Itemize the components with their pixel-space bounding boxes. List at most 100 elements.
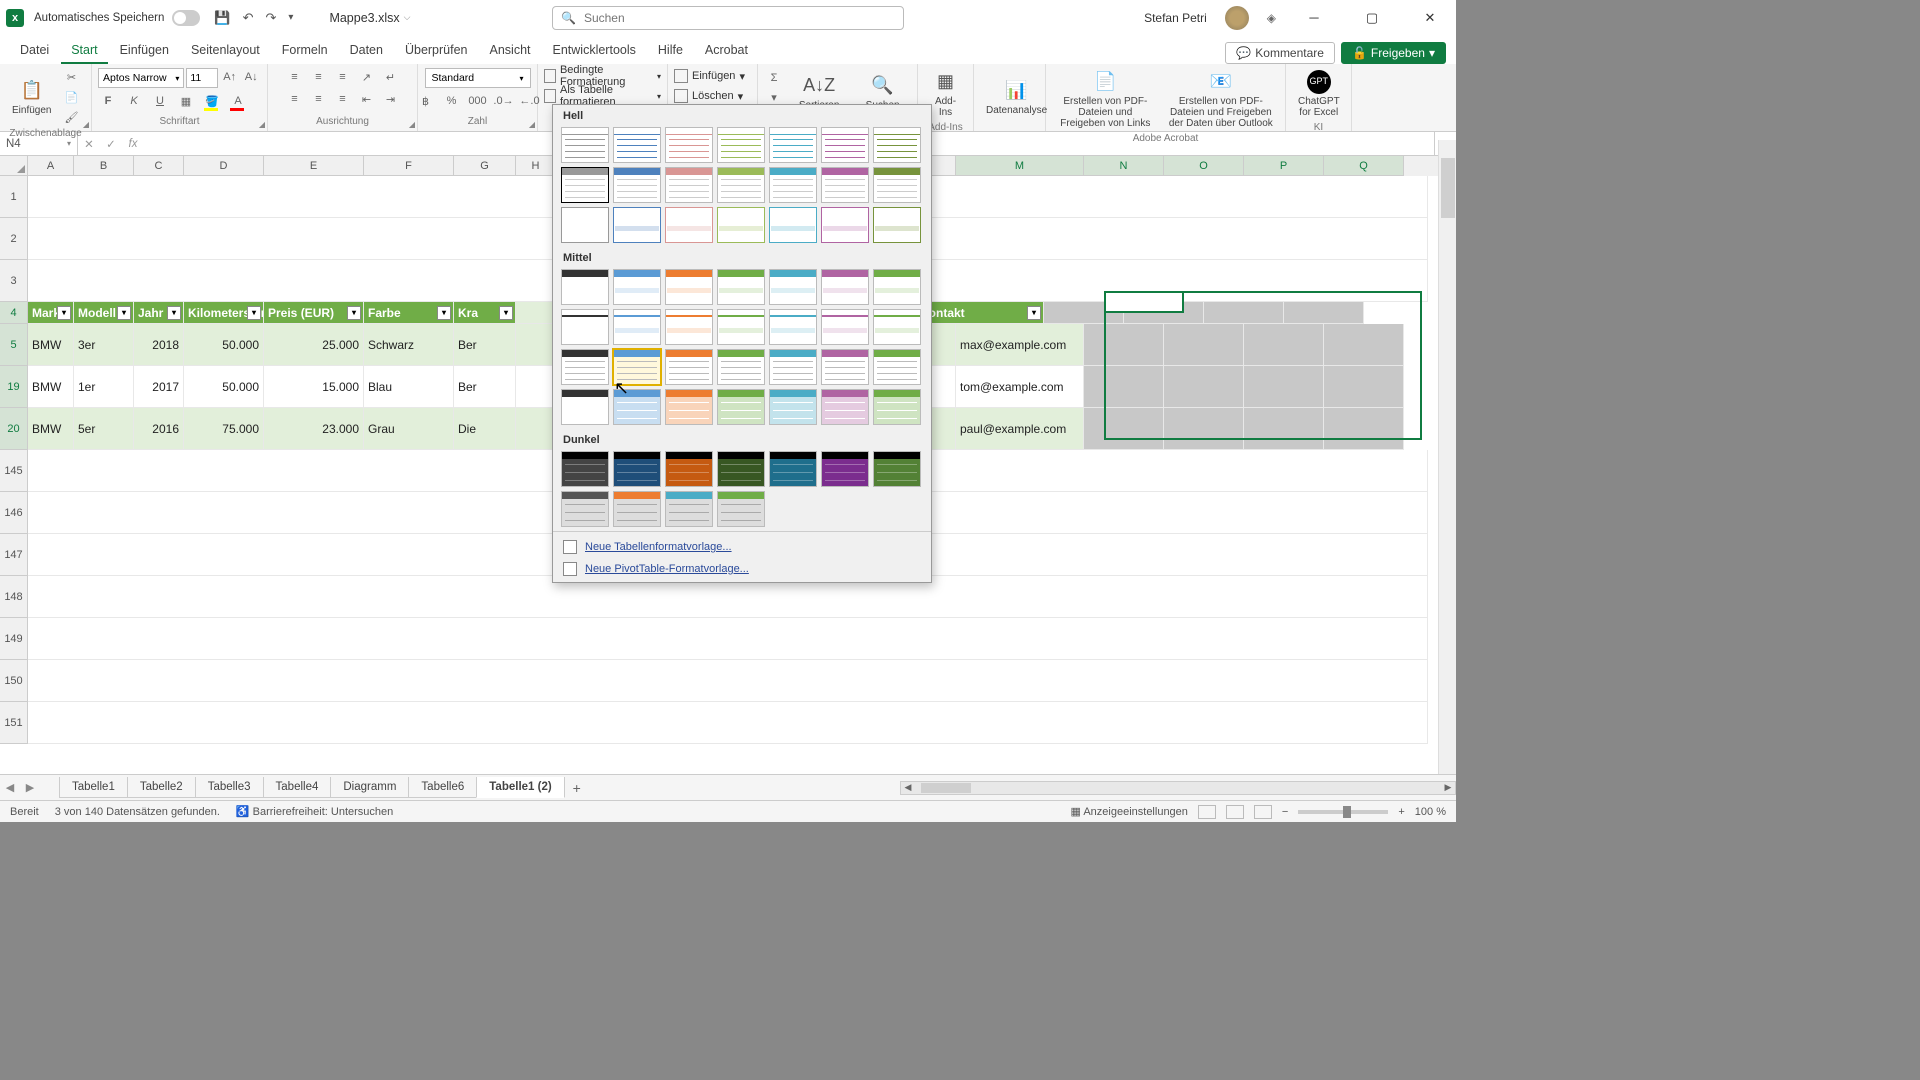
cut-icon[interactable]: ✂ bbox=[61, 68, 81, 86]
table-style-swatch[interactable] bbox=[769, 451, 817, 487]
normal-view-button[interactable] bbox=[1198, 805, 1216, 819]
cell[interactable] bbox=[28, 702, 1428, 744]
filename[interactable]: Mappe3.xlsx⌵ bbox=[329, 11, 410, 25]
align-left-icon[interactable]: ≡ bbox=[285, 90, 305, 108]
indent-dec-icon[interactable]: ⇤ bbox=[357, 90, 377, 108]
table-header[interactable]: Farbe▾ bbox=[364, 302, 454, 324]
column-header-B[interactable]: B bbox=[74, 156, 134, 176]
save-icon[interactable]: 💾 bbox=[214, 10, 230, 26]
font-family-combo[interactable]: Aptos Narrow▾ bbox=[98, 68, 184, 88]
filter-icon[interactable]: ▾ bbox=[499, 306, 513, 320]
cell-preis[interactable]: 23.000 bbox=[264, 408, 364, 450]
cell[interactable] bbox=[1044, 302, 1124, 324]
table-style-swatch[interactable] bbox=[665, 207, 713, 243]
cell[interactable] bbox=[1244, 324, 1324, 366]
cell-kontakt[interactable]: paul@example.com bbox=[956, 408, 1084, 450]
sheet-nav-next-icon[interactable]: ▶ bbox=[20, 781, 40, 794]
sheet-tab[interactable]: Tabelle6 bbox=[408, 777, 477, 798]
cell-kraft[interactable]: Ber bbox=[454, 366, 516, 408]
horizontal-scrollbar[interactable]: ◀ ▶ bbox=[900, 781, 1456, 795]
row-header-147[interactable]: 147 bbox=[0, 534, 28, 576]
row-header-4[interactable]: 4 bbox=[0, 302, 28, 324]
table-header[interactable]: Kilometerstand▾ bbox=[184, 302, 264, 324]
cell-kontakt[interactable]: tom@example.com bbox=[956, 366, 1084, 408]
table-style-swatch[interactable] bbox=[561, 309, 609, 345]
table-style-swatch[interactable] bbox=[561, 349, 609, 385]
table-style-swatch[interactable] bbox=[821, 167, 869, 203]
row-header-19[interactable]: 19 bbox=[0, 366, 28, 408]
orientation-icon[interactable]: ↗ bbox=[357, 68, 377, 86]
table-style-swatch[interactable] bbox=[561, 451, 609, 487]
user-avatar[interactable] bbox=[1225, 6, 1249, 30]
new-pivot-style-item[interactable]: Neue PivotTable-Formatvorlage... bbox=[553, 558, 931, 580]
table-style-swatch[interactable] bbox=[561, 167, 609, 203]
align-bot-icon[interactable]: ≡ bbox=[333, 68, 353, 86]
table-style-swatch[interactable] bbox=[561, 389, 609, 425]
table-style-swatch[interactable] bbox=[769, 207, 817, 243]
table-style-swatch[interactable] bbox=[821, 451, 869, 487]
row-header-149[interactable]: 149 bbox=[0, 618, 28, 660]
cell[interactable] bbox=[516, 366, 556, 408]
table-style-swatch[interactable] bbox=[873, 309, 921, 345]
sheet-tab[interactable]: Tabelle3 bbox=[195, 777, 264, 798]
cell-jahr[interactable]: 2017 bbox=[134, 366, 184, 408]
tab-einfuegen[interactable]: Einfügen bbox=[110, 38, 179, 64]
sheet-tab[interactable]: Tabelle1 (2) bbox=[476, 777, 564, 798]
table-header[interactable]: Modell▾ bbox=[74, 302, 134, 324]
cell-jahr[interactable]: 2016 bbox=[134, 408, 184, 450]
table-header[interactable]: Kontakt▾ bbox=[916, 302, 1044, 324]
sheet-tab[interactable]: Tabelle1 bbox=[59, 777, 128, 798]
table-header[interactable]: Marke▾ bbox=[28, 302, 74, 324]
table-style-swatch[interactable] bbox=[873, 207, 921, 243]
filter-icon[interactable]: ▾ bbox=[1027, 306, 1041, 320]
table-style-swatch[interactable] bbox=[769, 349, 817, 385]
cell[interactable] bbox=[1244, 366, 1324, 408]
cell-km[interactable]: 75.000 bbox=[184, 408, 264, 450]
cell-modell[interactable]: 5er bbox=[74, 408, 134, 450]
table-style-swatch[interactable] bbox=[665, 349, 713, 385]
column-header-F[interactable]: F bbox=[364, 156, 454, 176]
currency-icon[interactable]: ฿ bbox=[416, 92, 436, 110]
row-header-148[interactable]: 148 bbox=[0, 576, 28, 618]
maximize-button[interactable]: ▢ bbox=[1352, 3, 1392, 33]
underline-icon[interactable]: U bbox=[150, 92, 170, 110]
cell-modell[interactable]: 3er bbox=[74, 324, 134, 366]
filter-icon[interactable]: ▾ bbox=[347, 306, 361, 320]
display-settings-button[interactable]: ▦ Anzeigeeinstellungen bbox=[1070, 805, 1187, 818]
cell-farbe[interactable]: Grau bbox=[364, 408, 454, 450]
conditional-format-button[interactable]: Bedingte Formatierung ▾ bbox=[544, 66, 661, 86]
table-style-swatch[interactable] bbox=[665, 389, 713, 425]
column-header-H[interactable]: H bbox=[516, 156, 556, 176]
table-style-swatch[interactable] bbox=[717, 349, 765, 385]
close-button[interactable]: ✕ bbox=[1410, 3, 1450, 33]
cell[interactable] bbox=[1164, 366, 1244, 408]
column-header-A[interactable]: A bbox=[28, 156, 74, 176]
indent-inc-icon[interactable]: ⇥ bbox=[381, 90, 401, 108]
cell-preis[interactable]: 25.000 bbox=[264, 324, 364, 366]
table-style-swatch[interactable] bbox=[873, 269, 921, 305]
table-style-swatch[interactable] bbox=[561, 207, 609, 243]
data-analysis-button[interactable]: 📊Datenanalyse bbox=[980, 77, 1053, 118]
cell[interactable] bbox=[1324, 366, 1404, 408]
column-header-M[interactable]: M bbox=[956, 156, 1084, 176]
qat-more-icon[interactable]: ▾ bbox=[288, 12, 293, 23]
table-style-swatch[interactable] bbox=[769, 309, 817, 345]
filter-icon[interactable]: ▾ bbox=[247, 306, 261, 320]
table-style-swatch[interactable] bbox=[821, 349, 869, 385]
share-button[interactable]: 🔓 Freigeben ▾ bbox=[1341, 42, 1446, 64]
search-input[interactable] bbox=[584, 11, 895, 25]
cell[interactable] bbox=[516, 324, 556, 366]
table-style-swatch[interactable] bbox=[717, 309, 765, 345]
table-style-swatch[interactable] bbox=[769, 127, 817, 163]
toggle-switch[interactable] bbox=[172, 10, 200, 26]
cell-marke[interactable]: BMW bbox=[28, 324, 74, 366]
table-style-swatch[interactable] bbox=[821, 207, 869, 243]
table-style-swatch[interactable] bbox=[665, 269, 713, 305]
column-header-P[interactable]: P bbox=[1244, 156, 1324, 176]
chatgpt-button[interactable]: GPTChatGPT for Excel bbox=[1292, 68, 1346, 120]
new-table-style-item[interactable]: Neue Tabellenformatvorlage... bbox=[553, 536, 931, 558]
cell-marke[interactable]: BMW bbox=[28, 366, 74, 408]
cell[interactable] bbox=[1084, 408, 1164, 450]
minimize-button[interactable]: ─ bbox=[1294, 3, 1334, 33]
autosave-toggle[interactable]: Automatisches Speichern bbox=[34, 10, 200, 26]
